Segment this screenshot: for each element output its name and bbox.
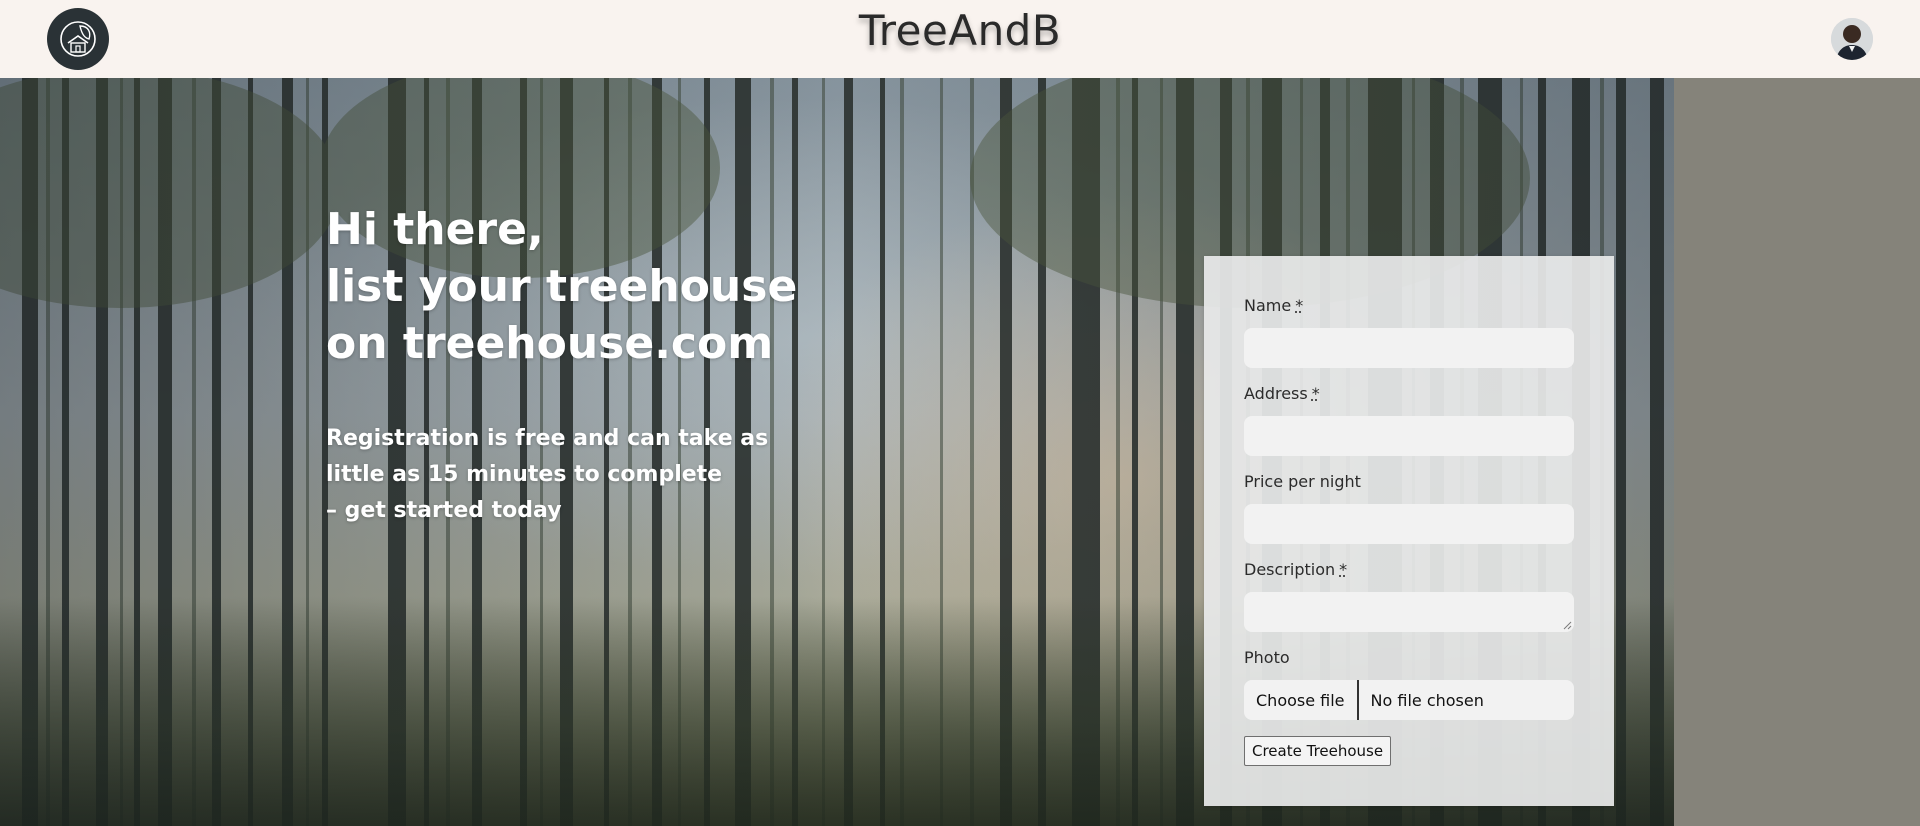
address-label-text: Address: [1244, 384, 1308, 403]
description-label: Description *: [1244, 560, 1347, 579]
file-status-text: No file chosen: [1370, 690, 1484, 710]
address-label: Address *: [1244, 384, 1320, 403]
resize-grip-icon[interactable]: [1563, 621, 1572, 630]
hero-subtext-line: little as 15 minutes to complete: [326, 462, 723, 487]
address-input[interactable]: [1244, 416, 1574, 456]
hero-headline-line: on treehouse.com: [326, 318, 774, 369]
required-marker: *: [1295, 296, 1304, 315]
choose-file-button[interactable]: Choose file: [1244, 680, 1359, 720]
name-input[interactable]: [1244, 328, 1574, 368]
description-label-text: Description: [1244, 560, 1336, 579]
name-label-text: Name: [1244, 296, 1292, 315]
user-avatar-icon: [1831, 18, 1873, 60]
photo-label: Photo: [1244, 648, 1290, 667]
photo-file-input[interactable]: Choose file No file chosen: [1244, 680, 1574, 720]
required-marker: *: [1339, 560, 1348, 579]
hero-headline: Hi there, list your treehouse on treehou…: [326, 201, 797, 372]
site-header: TreeAndB: [0, 0, 1920, 78]
site-brand-title[interactable]: TreeAndB: [0, 6, 1920, 55]
create-treehouse-button[interactable]: Create Treehouse: [1244, 736, 1392, 766]
user-avatar[interactable]: [1831, 18, 1873, 60]
price-label: Price per night: [1244, 472, 1361, 491]
description-field: [1244, 592, 1574, 632]
photo-label-text: Photo: [1244, 648, 1290, 667]
hero-subtext-line: – get started today: [326, 498, 562, 523]
create-treehouse-form: Name * Address * Price per night Descripti…: [1204, 256, 1614, 806]
hero-headline-line: list your treehouse: [326, 261, 798, 312]
description-textarea[interactable]: [1244, 592, 1574, 632]
price-label-text: Price per night: [1244, 472, 1361, 491]
name-label: Name *: [1244, 296, 1303, 315]
required-marker: *: [1311, 384, 1320, 403]
hero-subtext-line: Registration is free and can take as: [326, 426, 769, 451]
hero-headline-line: Hi there,: [326, 204, 544, 255]
price-input[interactable]: [1244, 504, 1574, 544]
hero-section: Hi there, list your treehouse on treehou…: [0, 78, 1674, 826]
hero-subtext: Registration is free and can take as lit…: [326, 421, 768, 529]
